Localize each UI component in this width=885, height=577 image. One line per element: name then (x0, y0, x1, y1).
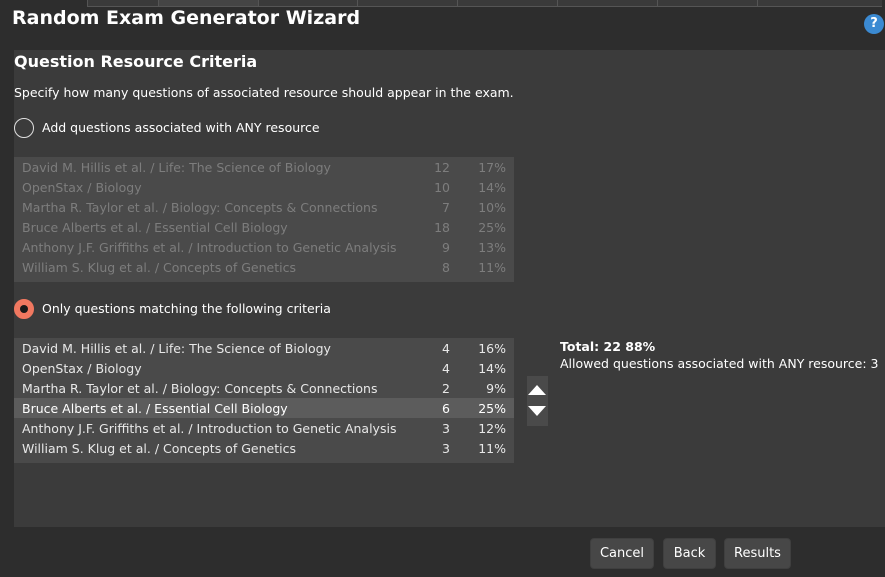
reorder-arrows (527, 376, 548, 426)
total-summary: Total: 22 88% (560, 339, 656, 354)
radio-label-criteria: Only questions matching the following cr… (42, 301, 331, 316)
radio-dot (20, 305, 28, 313)
resource-name: David M. Hillis et al. / Life: The Scien… (22, 341, 331, 356)
back-button[interactable]: Back (663, 538, 716, 569)
table-row[interactable]: William S. Klug et al. / Concepts of Gen… (14, 438, 514, 458)
move-up-icon[interactable] (528, 385, 546, 395)
question-percent: 11% (478, 260, 506, 275)
window-title: Random Exam Generator Wizard (12, 7, 361, 29)
wizard-step-tab (457, 0, 557, 7)
table-row[interactable]: Bruce Alberts et al. / Essential Cell Bi… (14, 217, 514, 237)
question-percent: 12% (478, 421, 506, 436)
resource-name: Bruce Alberts et al. / Essential Cell Bi… (22, 401, 288, 416)
wizard-step-tab (258, 0, 357, 7)
resource-name: David M. Hillis et al. / Life: The Scien… (22, 160, 331, 175)
help-icon[interactable]: ? (864, 14, 884, 34)
wizard-step-tab-active (158, 0, 258, 7)
question-count: 10 (434, 180, 450, 195)
move-down-icon[interactable] (528, 406, 546, 416)
resource-name: Martha R. Taylor et al. / Biology: Conce… (22, 200, 378, 215)
table-row[interactable]: Anthony J.F. Griffiths et al. / Introduc… (14, 237, 514, 257)
wizard-step-tab (757, 0, 882, 7)
resource-name: William S. Klug et al. / Concepts of Gen… (22, 260, 296, 275)
question-count: 9 (442, 240, 450, 255)
radio-button-checked[interactable] (14, 299, 34, 319)
question-percent: 9% (486, 381, 506, 396)
question-count: 3 (442, 441, 450, 456)
resource-name: OpenStax / Biology (22, 361, 142, 376)
radio-option-criteria[interactable]: Only questions matching the following cr… (14, 299, 354, 321)
question-percent: 14% (478, 180, 506, 195)
radio-button-unchecked[interactable] (14, 118, 34, 138)
question-percent: 10% (478, 200, 506, 215)
table-row[interactable]: William S. Klug et al. / Concepts of Gen… (14, 257, 514, 277)
question-percent: 25% (478, 401, 506, 416)
question-percent: 13% (478, 240, 506, 255)
radio-option-any-resource[interactable]: Add questions associated with ANY resour… (14, 118, 354, 140)
question-count: 6 (442, 401, 450, 416)
wizard-step-tabs (0, 0, 885, 7)
results-button[interactable]: Results (724, 538, 791, 569)
question-percent: 25% (478, 220, 506, 235)
table-row[interactable]: David M. Hillis et al. / Life: The Scien… (14, 157, 514, 177)
question-count: 8 (442, 260, 450, 275)
any-resource-table: David M. Hillis et al. / Life: The Scien… (14, 157, 514, 282)
table-row[interactable]: Martha R. Taylor et al. / Biology: Conce… (14, 197, 514, 217)
wizard-step-tab (557, 0, 657, 7)
wizard-step-tab (657, 0, 757, 7)
wizard-step-tab (357, 0, 457, 7)
table-row[interactable]: Anthony J.F. Griffiths et al. / Introduc… (14, 418, 514, 438)
question-percent: 14% (478, 361, 506, 376)
table-row[interactable]: OpenStax / Biology 10 14% (14, 177, 514, 197)
question-percent: 16% (478, 341, 506, 356)
table-row[interactable]: Bruce Alberts et al. / Essential Cell Bi… (14, 398, 514, 418)
table-row[interactable]: OpenStax / Biology 4 14% (14, 358, 514, 378)
question-count: 3 (442, 421, 450, 436)
question-percent: 11% (478, 441, 506, 456)
table-row[interactable]: David M. Hillis et al. / Life: The Scien… (14, 338, 514, 358)
section-title: Question Resource Criteria (14, 52, 258, 71)
allowed-questions-summary: Allowed questions associated with ANY re… (560, 356, 879, 371)
criteria-table[interactable]: David M. Hillis et al. / Life: The Scien… (14, 338, 514, 463)
resource-name: Anthony J.F. Griffiths et al. / Introduc… (22, 421, 397, 436)
resource-name: OpenStax / Biology (22, 180, 142, 195)
question-count: 2 (442, 381, 450, 396)
radio-label-any-resource: Add questions associated with ANY resour… (42, 120, 320, 135)
question-percent: 17% (478, 160, 506, 175)
resource-name: Martha R. Taylor et al. / Biology: Conce… (22, 381, 378, 396)
wizard-step-tab (87, 0, 158, 7)
table-row[interactable]: Martha R. Taylor et al. / Biology: Conce… (14, 378, 514, 398)
resource-name: Anthony J.F. Griffiths et al. / Introduc… (22, 240, 397, 255)
cancel-button[interactable]: Cancel (590, 538, 654, 569)
question-count: 12 (434, 160, 450, 175)
question-count: 4 (442, 341, 450, 356)
question-count: 7 (442, 200, 450, 215)
question-count: 4 (442, 361, 450, 376)
instructions-text: Specify how many questions of associated… (14, 85, 514, 100)
question-count: 18 (434, 220, 450, 235)
resource-name: Bruce Alberts et al. / Essential Cell Bi… (22, 220, 288, 235)
resource-name: William S. Klug et al. / Concepts of Gen… (22, 441, 296, 456)
